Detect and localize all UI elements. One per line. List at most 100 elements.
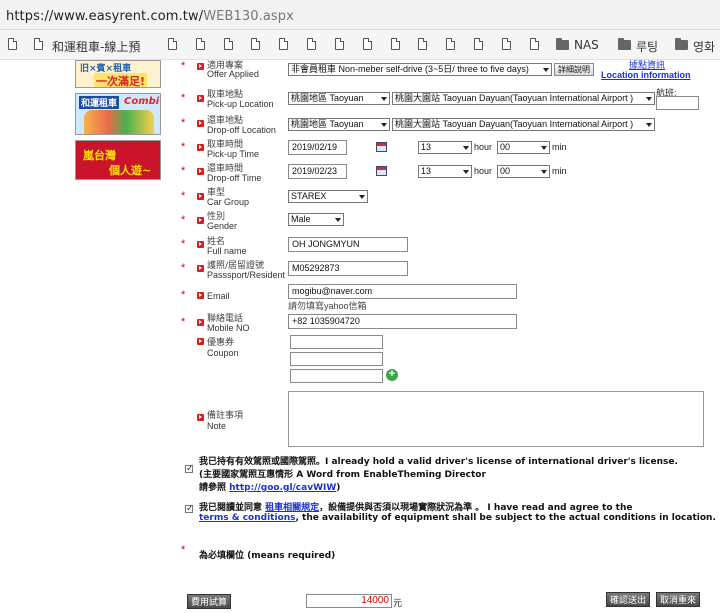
- pickup-hour-value: 13: [421, 142, 432, 152]
- email-input[interactable]: mogibu@naver.com: [288, 284, 517, 299]
- license-link[interactable]: http://goo.gl/cavWIW: [229, 483, 336, 493]
- coupon-input-1[interactable]: [290, 335, 383, 349]
- bookmark-nas[interactable]: NAS: [574, 38, 599, 52]
- add-coupon-icon[interactable]: +: [386, 369, 398, 381]
- submit-button[interactable]: 確認送出: [606, 592, 651, 607]
- bookmark-movie[interactable]: 영화: [693, 38, 715, 55]
- terms-post-text-2: , the availability of equipment shall be…: [295, 513, 716, 523]
- terms-link-en[interactable]: terms & conditions: [199, 513, 295, 523]
- mobile-input[interactable]: +82 1035904720: [288, 314, 517, 329]
- pickup-region-select[interactable]: 桃園地區 Taoyuan: [288, 92, 390, 105]
- passport-label: Passsport/Resident: [207, 270, 286, 280]
- pickup-region-value: 桃園地區 Taoyuan: [291, 93, 364, 103]
- full-name-input[interactable]: OH JONGMYUN: [288, 237, 408, 252]
- folder-icon: [618, 38, 631, 50]
- page-icon[interactable]: [251, 38, 260, 50]
- pickup-hour-select[interactable]: 13: [418, 141, 472, 154]
- gender-select[interactable]: Male: [288, 213, 344, 226]
- pickup-station-select[interactable]: 桃園大園站 Taoyuan Dayuan(Taoyuan Internation…: [392, 92, 655, 105]
- dropoff-min-select[interactable]: 00: [497, 165, 550, 178]
- bookmarks-bar: 和運租車-線上預 NAS 루팅 영화: [0, 30, 720, 60]
- dropoff-hour-value: 13: [421, 166, 432, 176]
- calendar-icon[interactable]: [376, 142, 387, 152]
- note-label-zh: 備註事項: [207, 411, 244, 421]
- promo-banner-combi[interactable]: 和運租車 Combi: [75, 93, 161, 135]
- passport-input[interactable]: M05292873: [288, 261, 408, 276]
- arrow-icon: [197, 168, 204, 175]
- page-icon[interactable]: [418, 38, 427, 50]
- folder-icon: [556, 38, 569, 50]
- terms-checkbox[interactable]: [185, 503, 194, 514]
- page-icon[interactable]: [8, 38, 17, 50]
- location-info-link[interactable]: Location information: [601, 70, 691, 80]
- page-icon[interactable]: [391, 38, 400, 50]
- page-icon[interactable]: [279, 38, 288, 50]
- car-group-value: STAREX: [291, 191, 327, 201]
- dropoff-region-value: 桃園地區 Taoyuan: [291, 119, 364, 129]
- pickup-date-input[interactable]: 2019/02/19: [288, 140, 347, 155]
- dropoff-station-select[interactable]: 桃園大園站 Taoyuan Dayuan(Taoyuan Internation…: [392, 118, 655, 131]
- note-label: Note: [207, 421, 227, 431]
- banner-text: 和運租車: [79, 96, 120, 109]
- license-ref-text: 請參照: [199, 483, 230, 493]
- page-icon[interactable]: [335, 38, 344, 50]
- required-star: *: [181, 141, 186, 153]
- required-star: *: [181, 60, 186, 72]
- estimate-button[interactable]: 費用試算: [187, 594, 232, 609]
- arrow-icon: [197, 338, 204, 345]
- flight-input[interactable]: [656, 96, 699, 110]
- dropoff-min-value: 00: [500, 166, 511, 176]
- bookmark-rooting[interactable]: 루팅: [636, 38, 658, 55]
- terms-pre-text: 我已閱讀並同意: [199, 503, 266, 513]
- license-checkbox[interactable]: [185, 463, 194, 474]
- terms-link-zh[interactable]: 租車相關規定: [265, 503, 319, 513]
- url-text[interactable]: https://www.easyrent.com.tw/WEB130.aspx: [6, 9, 294, 24]
- chevron-down-icon: [646, 123, 652, 127]
- arrow-icon: [197, 144, 204, 151]
- coupon-label-zh: 優惠券: [207, 338, 235, 348]
- required-star: *: [181, 92, 186, 104]
- coupon-input-2[interactable]: [290, 352, 383, 366]
- promo-banner-1[interactable]: 旧×賓×租車 一次滿足!: [75, 60, 161, 88]
- hour-label: hour: [474, 166, 493, 176]
- dropoff-date-input[interactable]: 2019/02/23: [288, 164, 347, 179]
- page-icon[interactable]: [530, 38, 539, 50]
- details-button[interactable]: 詳細說明: [554, 63, 594, 76]
- chevron-down-icon: [335, 218, 341, 222]
- email-hint: 請勿填寫yahoo信箱: [288, 301, 367, 311]
- page-icon[interactable]: [446, 38, 455, 50]
- full-name-label: Full name: [207, 246, 247, 256]
- page-icon[interactable]: [307, 38, 316, 50]
- banner-text: 嵐台灣: [83, 149, 116, 162]
- note-textarea[interactable]: [288, 391, 704, 447]
- page-icon[interactable]: [474, 38, 483, 50]
- required-star: *: [181, 316, 186, 328]
- folder-icon: [675, 38, 688, 50]
- url-bar[interactable]: https://www.easyrent.com.tw/WEB130.aspx: [0, 0, 720, 30]
- page-icon[interactable]: [502, 38, 511, 50]
- page-icon[interactable]: [196, 38, 205, 50]
- coupon-label: Coupon: [207, 348, 239, 358]
- calendar-icon[interactable]: [376, 166, 387, 176]
- coupon-input-3[interactable]: [290, 369, 383, 383]
- dropoff-hour-select[interactable]: 13: [418, 165, 472, 178]
- promo-banner-taiwan[interactable]: 嵐台灣 個人遊~: [75, 140, 161, 180]
- chevron-down-icon: [381, 97, 387, 101]
- pickup-min-value: 00: [500, 142, 511, 152]
- page-icon[interactable]: [363, 38, 372, 50]
- bookmark-easyrent[interactable]: 和運租車-線上預: [52, 38, 140, 55]
- pickup-min-select[interactable]: 00: [497, 141, 550, 154]
- required-star: *: [181, 117, 186, 129]
- arrow-icon: [197, 193, 204, 200]
- chevron-down-icon: [541, 170, 547, 174]
- offer-select[interactable]: 非會員租車 Non-meber self-drive (3~5日/ three …: [288, 63, 552, 76]
- min-label: min: [552, 142, 567, 152]
- page-icon[interactable]: [224, 38, 233, 50]
- page-icon[interactable]: [168, 38, 177, 50]
- arrow-icon: [197, 241, 204, 248]
- dropoff-region-select[interactable]: 桃園地區 Taoyuan: [288, 118, 390, 131]
- arrow-icon: [197, 120, 204, 127]
- cancel-button[interactable]: 取消重來: [656, 592, 701, 607]
- car-group-select[interactable]: STAREX: [288, 190, 368, 203]
- page-icon[interactable]: [34, 38, 43, 50]
